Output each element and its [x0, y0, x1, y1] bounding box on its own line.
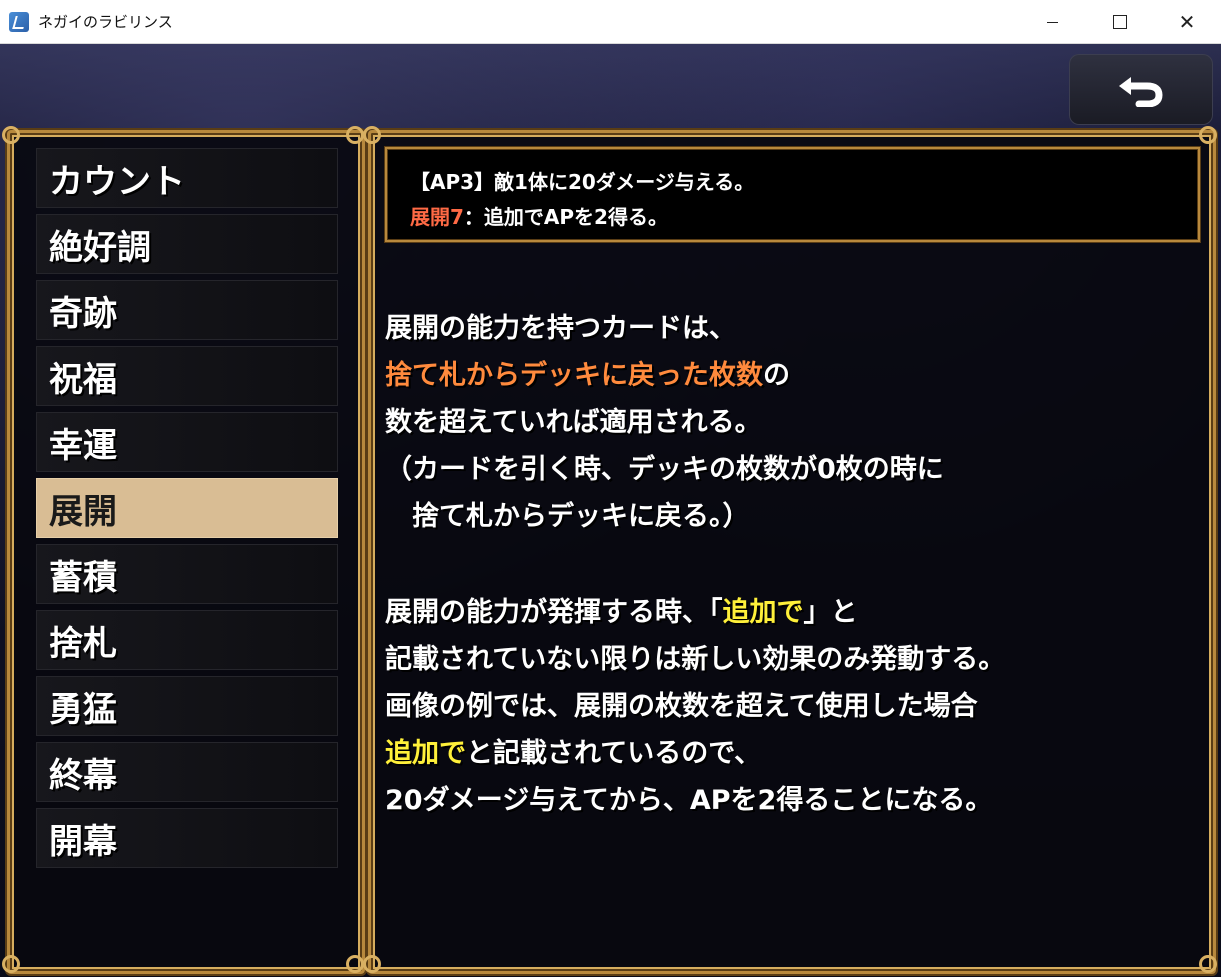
- close-icon: ✕: [1178, 10, 1196, 34]
- menu-item-chikuseki[interactable]: 蓄積: [36, 544, 338, 604]
- tenkai-keyword: 展開7: [410, 205, 464, 229]
- frame-ornament: [346, 126, 364, 144]
- frame-ornament: [1199, 955, 1217, 973]
- card-tenkai-effect: ：追加でAPを2得る。: [463, 205, 668, 229]
- app-icon: [9, 12, 29, 32]
- frame-ornament: [363, 955, 381, 973]
- frame-ornament: [2, 955, 20, 973]
- description-line: 画像の例では、展開の枚数を超えて使用した場合: [385, 691, 978, 722]
- window-titlebar: ネガイのラビリンス ✕: [0, 0, 1221, 44]
- description-line: 捨て札からデッキに戻る。）: [385, 501, 750, 532]
- menu-item-kiseki[interactable]: 奇跡: [36, 280, 338, 340]
- frame-ornament: [363, 126, 381, 144]
- description-text: 」と: [803, 597, 858, 628]
- description-line: 捨て札からデッキに戻った枚数の: [385, 353, 790, 392]
- description-text: と記載されているので、: [466, 738, 762, 769]
- minimize-button[interactable]: [1018, 0, 1086, 44]
- description-line: （カードを引く時、デッキの枚数が0枚の時に: [385, 454, 944, 485]
- frame-ornament: [1199, 126, 1217, 144]
- menu-item-zekkocho[interactable]: 絶好調: [36, 214, 338, 274]
- description-panel: [368, 130, 1216, 974]
- description-text: の: [763, 360, 790, 391]
- highlight-text: 追加で: [385, 738, 466, 769]
- back-button[interactable]: [1069, 54, 1213, 125]
- close-button[interactable]: ✕: [1153, 0, 1221, 44]
- menu-item-yumou[interactable]: 勇猛: [36, 676, 338, 736]
- description-line: 数を超えていれば適用される。: [385, 407, 762, 438]
- card-tenkai-line: 展開7：追加でAPを2得る。: [410, 201, 668, 230]
- maximize-icon: [1113, 15, 1127, 29]
- description-text: 展開の能力が発揮する時、「: [385, 597, 723, 628]
- description-line: 20ダメージ与えてから、APを2得ることになる。: [385, 785, 993, 816]
- menu-item-count[interactable]: カウント: [36, 148, 338, 208]
- window-title: ネガイのラビリンス: [38, 13, 173, 31]
- game-viewport: カウント 絶好調 奇跡 祝福 幸運 展開 蓄積 捨札 勇猛 終幕 開幕 【AP3…: [0, 44, 1221, 977]
- menu-item-tenkai[interactable]: 展開: [36, 478, 338, 538]
- highlight-text: 追加で: [722, 597, 804, 628]
- card-effect-line: 【AP3】敵1体に20ダメージ与える。: [410, 170, 755, 194]
- maximize-button[interactable]: [1086, 0, 1154, 44]
- description-line: 記載されていない限りは新しい効果のみ発動する。: [385, 644, 1006, 675]
- menu-item-sutefuda[interactable]: 捨札: [36, 610, 338, 670]
- frame-ornament: [346, 955, 364, 973]
- menu-item-shukufuku[interactable]: 祝福: [36, 346, 338, 406]
- frame-ornament: [2, 126, 20, 144]
- description-line: 展開の能力を持つカードは、: [385, 313, 736, 344]
- undo-arrow-icon: [1119, 76, 1163, 107]
- highlight-text: 捨て札からデッキに戻った枚数: [385, 360, 763, 391]
- description-line: 追加でと記載されているので、: [385, 731, 761, 770]
- menu-item-koun[interactable]: 幸運: [36, 412, 338, 472]
- minimize-icon: [1046, 21, 1058, 23]
- menu-item-shumaku[interactable]: 終幕: [36, 742, 338, 802]
- menu-item-kaimaku[interactable]: 開幕: [36, 808, 338, 868]
- description-line: 展開の能力が発揮する時、「追加で」と: [385, 590, 858, 629]
